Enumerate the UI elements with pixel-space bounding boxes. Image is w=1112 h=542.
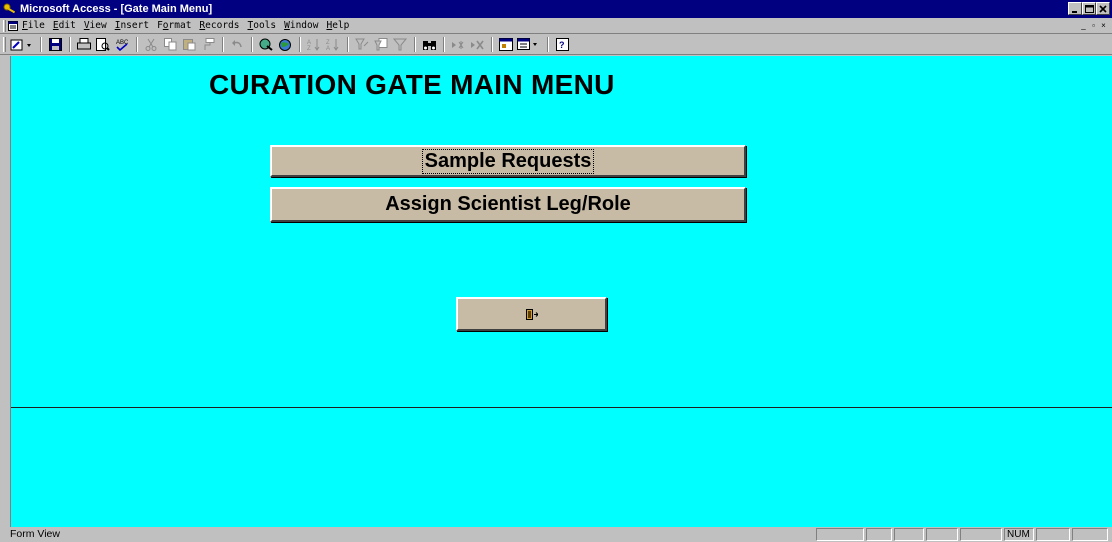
svg-text:?: ? (559, 40, 565, 50)
toolbar-separator (547, 37, 549, 52)
exit-button[interactable] (456, 297, 607, 331)
document-window-controls: _ ▫ × (1079, 21, 1108, 30)
menu-file-label: ile (27, 20, 45, 31)
menu-view-label: iew (89, 20, 107, 31)
menu-tools[interactable]: Tools (247, 20, 276, 31)
toolbar-separator (136, 37, 138, 52)
access-window: Microsoft Access - [Gate Main Menu] File… (0, 0, 1112, 542)
cut-icon[interactable] (142, 36, 160, 53)
menu-format[interactable]: Format (157, 20, 191, 31)
menu-records-label: ecords (205, 20, 240, 31)
sample-requests-label: Sample Requests (421, 148, 595, 174)
menu-tools-label: ools (253, 20, 277, 31)
access-key-icon[interactable] (3, 2, 17, 16)
assign-scientist-label: Assign Scientist Leg/Role (385, 193, 631, 215)
maximize-button[interactable] (1082, 2, 1096, 15)
window-controls (1068, 2, 1110, 15)
menu-edit[interactable]: Edit (53, 20, 76, 31)
save-icon[interactable] (46, 36, 64, 53)
sample-requests-button[interactable]: Sample Requests (270, 145, 746, 177)
menu-insert-label: nsert (120, 20, 150, 31)
toolbar-separator (251, 37, 253, 52)
doc-minimize-button[interactable]: _ (1079, 21, 1088, 30)
menu-window[interactable]: Window (284, 20, 318, 31)
find-icon[interactable] (420, 36, 438, 53)
status-panes: NUM (816, 528, 1108, 541)
menu-file[interactable]: File (22, 20, 45, 31)
title-bar: Microsoft Access - [Gate Main Menu] (0, 0, 1112, 18)
menu-edit-label: dit (58, 20, 76, 31)
paste-icon[interactable] (180, 36, 198, 53)
form-section-divider (11, 407, 1112, 408)
filter-by-form-icon[interactable] (372, 36, 390, 53)
window-title: Microsoft Access - [Gate Main Menu] (20, 3, 213, 15)
undo-icon[interactable] (228, 36, 246, 53)
menu-view[interactable]: View (84, 20, 107, 31)
status-text: Form View (10, 528, 60, 540)
menu-window-label: indow (289, 20, 319, 31)
status-pane-2 (894, 528, 924, 541)
doc-close-button[interactable]: × (1099, 21, 1108, 30)
status-pane-1 (866, 528, 892, 541)
toolbar-separator (69, 37, 71, 52)
svg-text:A: A (326, 46, 330, 51)
sort-descending-icon[interactable]: ZA (324, 36, 342, 53)
menu-help[interactable]: Help (326, 20, 349, 31)
close-button[interactable] (1096, 2, 1110, 15)
toolbar-separator (299, 37, 301, 52)
assign-scientist-button[interactable]: Assign Scientist Leg/Role (270, 187, 746, 222)
status-pane-6 (1072, 528, 1108, 541)
delete-record-icon[interactable] (468, 36, 486, 53)
status-bar: Form View NUM (0, 527, 1112, 542)
spelling-icon[interactable]: ABC (113, 36, 131, 53)
new-record-icon[interactable] (449, 36, 467, 53)
status-pane-num: NUM (1004, 528, 1034, 541)
form-document-icon[interactable] (8, 20, 18, 31)
menu-help-label: elp (332, 20, 350, 31)
status-pane-filter (816, 528, 864, 541)
new-object-icon[interactable] (516, 36, 542, 53)
format-painter-icon[interactable] (199, 36, 217, 53)
toolbar-separator (40, 37, 42, 52)
toolbar-separator (414, 37, 416, 52)
print-preview-icon[interactable] (94, 36, 112, 53)
print-icon[interactable] (75, 36, 93, 53)
toolbar-separator (443, 37, 445, 52)
status-pane-5 (1036, 528, 1070, 541)
apply-filter-icon[interactable] (391, 36, 409, 53)
svg-text:Z: Z (307, 46, 311, 51)
menu-format-label: rmat (168, 20, 192, 31)
toolbar-separator (222, 37, 224, 52)
copy-icon[interactable] (161, 36, 179, 53)
filter-by-selection-icon[interactable] (353, 36, 371, 53)
gate-main-menu-form: CURATION GATE MAIN MENU Sample Requests … (10, 56, 1112, 527)
status-pane-4 (960, 528, 1002, 541)
help-icon[interactable]: ? (553, 36, 571, 53)
sort-ascending-icon[interactable]: AZ (305, 36, 323, 53)
svg-text:ABC: ABC (116, 40, 129, 46)
web-toolbar-icon[interactable] (276, 36, 294, 53)
toolbar-separator (347, 37, 349, 52)
status-pane-3 (926, 528, 958, 541)
exit-door-icon (525, 303, 539, 326)
menu-bar: File Edit View Insert Format Records Too… (0, 18, 1112, 34)
design-view-icon[interactable] (9, 36, 35, 53)
minimize-button[interactable] (1068, 2, 1082, 15)
menu-insert[interactable]: Insert (115, 20, 149, 31)
menubar-grip[interactable] (3, 19, 6, 32)
insert-hyperlink-icon[interactable] (257, 36, 275, 53)
toolbar-grip[interactable] (3, 37, 6, 52)
toolbar-separator (491, 37, 493, 52)
form-view-toolbar: ABC AZ ZA ? (0, 35, 1112, 55)
menu-records[interactable]: Records (199, 20, 239, 31)
database-window-icon[interactable] (497, 36, 515, 53)
form-title: CURATION GATE MAIN MENU (209, 69, 615, 100)
doc-restore-button[interactable]: ▫ (1089, 21, 1098, 30)
